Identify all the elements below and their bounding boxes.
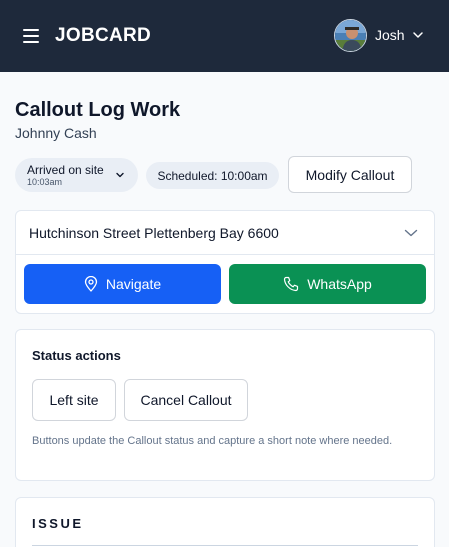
status-actions-card: Status actions Left site Cancel Callout … bbox=[15, 329, 435, 481]
hamburger-menu-icon[interactable] bbox=[23, 29, 39, 43]
page-title: Callout Log Work bbox=[15, 99, 181, 121]
phone-icon bbox=[284, 276, 299, 292]
avatar bbox=[334, 19, 367, 52]
top-navigation-bar: JOBCARD Josh bbox=[0, 0, 449, 72]
issue-heading: ISSUE bbox=[32, 516, 84, 531]
customer-name: Johnny Cash bbox=[15, 125, 97, 141]
whatsapp-button[interactable]: WhatsApp bbox=[229, 264, 426, 304]
map-pin-icon bbox=[84, 276, 98, 292]
chevron-down-icon bbox=[413, 32, 423, 38]
status-actions-heading: Status actions bbox=[32, 348, 121, 363]
left-site-label: Left site bbox=[49, 392, 99, 408]
address-text: Hutchinson Street Plettenberg Bay 6600 bbox=[29, 225, 279, 241]
brand-logo[interactable]: JOBCARD bbox=[55, 24, 151, 48]
status-time: 10:03am bbox=[27, 177, 63, 187]
user-name: Josh bbox=[375, 27, 405, 43]
navigate-button[interactable]: Navigate bbox=[24, 264, 221, 304]
left-site-button[interactable]: Left site bbox=[32, 379, 116, 421]
divider bbox=[32, 545, 418, 546]
whatsapp-label: WhatsApp bbox=[307, 275, 372, 292]
navigate-label: Navigate bbox=[105, 275, 162, 292]
chevron-down-icon bbox=[404, 229, 418, 237]
address-card: Hutchinson Street Plettenberg Bay 6600 N… bbox=[15, 210, 435, 314]
modify-callout-label: Modify Callout bbox=[305, 167, 395, 183]
address-row[interactable]: Hutchinson Street Plettenberg Bay 6600 bbox=[16, 211, 434, 255]
chevron-down-icon bbox=[116, 172, 124, 178]
scheduled-label: Scheduled: 10:00am bbox=[157, 169, 268, 183]
cancel-callout-label: Cancel Callout bbox=[140, 392, 232, 408]
modify-callout-button[interactable]: Modify Callout bbox=[288, 156, 412, 193]
scheduled-badge: Scheduled: 10:00am bbox=[146, 162, 279, 189]
issue-card: ISSUE bbox=[15, 497, 435, 547]
status-help-text: Buttons update the Callout status and ca… bbox=[32, 435, 393, 447]
user-menu[interactable]: Josh bbox=[334, 19, 434, 53]
status-dropdown[interactable]: Arrived on site 10:03am bbox=[15, 158, 138, 192]
status-label: Arrived on site bbox=[27, 163, 104, 177]
cancel-callout-button[interactable]: Cancel Callout bbox=[124, 379, 248, 421]
